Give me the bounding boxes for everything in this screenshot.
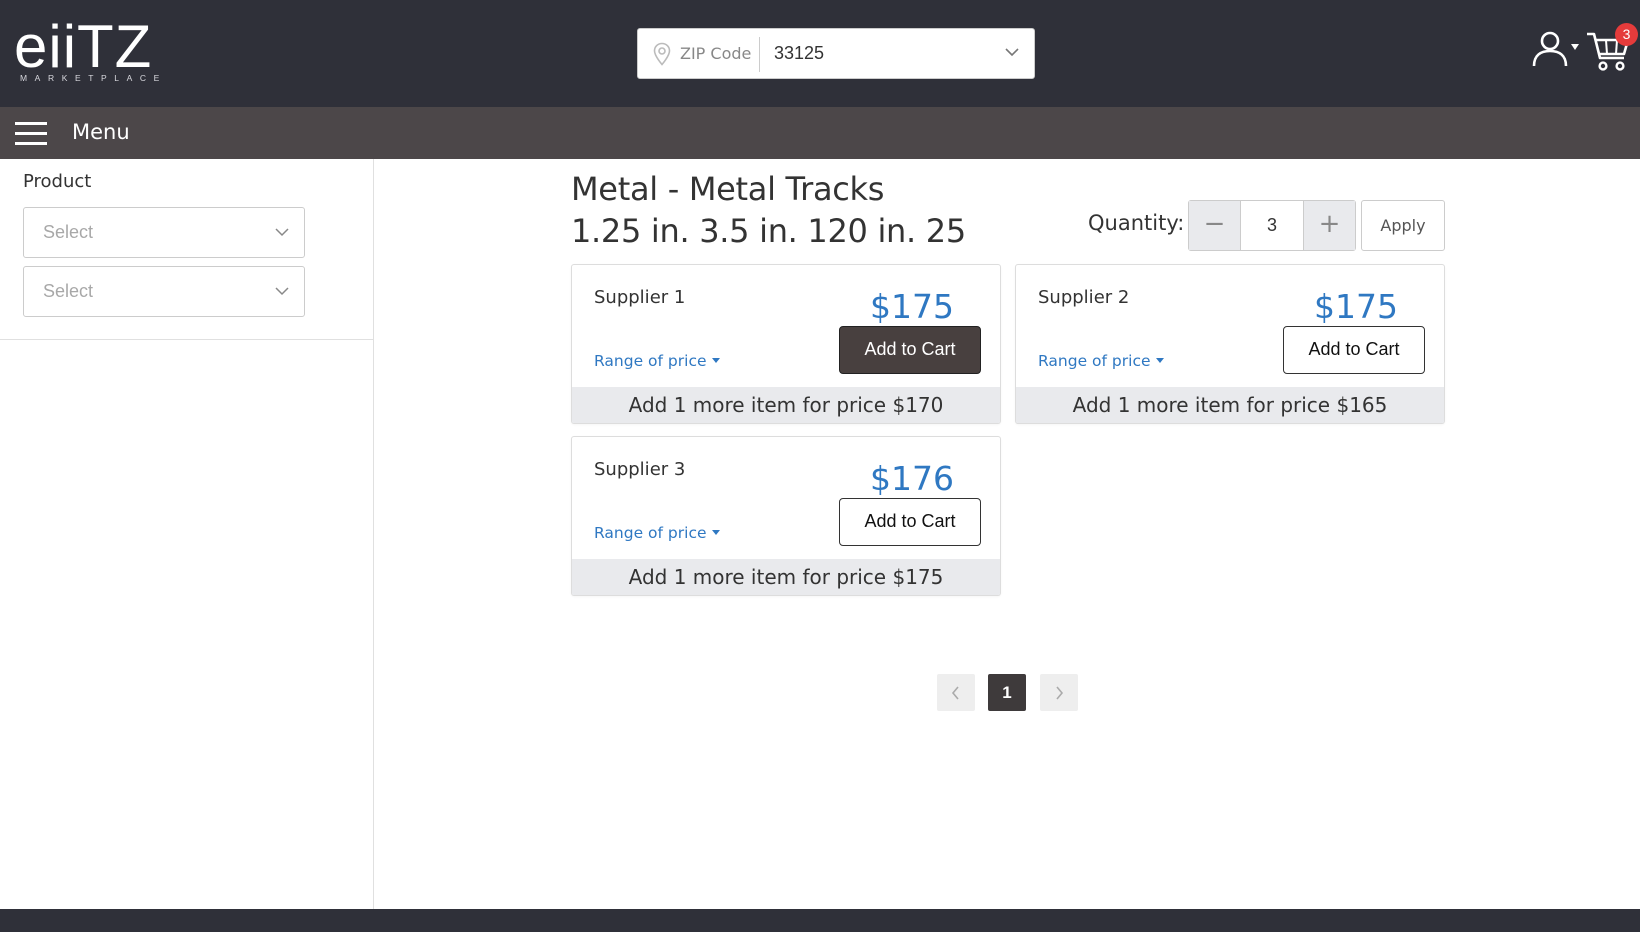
caret-down-icon — [711, 358, 720, 363]
next-page-button[interactable] — [1040, 674, 1078, 711]
quantity-stepper: − 3 + — [1188, 200, 1356, 251]
quantity-label: Quantity: — [1088, 211, 1185, 235]
chevron-down-icon — [1005, 48, 1019, 57]
quantity-decrease-button[interactable]: − — [1189, 201, 1241, 250]
supplier-price: $175 — [1314, 287, 1398, 326]
add-to-cart-button[interactable]: Add to Cart — [839, 326, 981, 374]
logo[interactable]: eiiTZ MARKETPLACE — [14, 14, 159, 84]
menu-label[interactable]: Menu — [72, 120, 130, 144]
apply-button[interactable]: Apply — [1361, 200, 1445, 251]
quantity-increase-button[interactable]: + — [1303, 201, 1355, 250]
quantity-discount-note: Add 1 more item for price $170 — [572, 387, 1000, 423]
zip-code-value: 33125 — [774, 43, 825, 63]
cart-count-badge: 3 — [1615, 23, 1638, 46]
supplier-name: Supplier 2 — [1038, 287, 1130, 308]
chevron-down-icon — [275, 287, 289, 296]
range-of-price-dropdown[interactable]: Range of price — [594, 524, 720, 542]
quantity-discount-note: Add 1 more item for price $165 — [1016, 387, 1444, 423]
zip-code-select[interactable]: ZIP Code 33125 — [637, 28, 1035, 79]
zip-divider — [759, 37, 760, 72]
range-of-price-dropdown[interactable]: Range of price — [594, 352, 720, 370]
caret-down-icon — [711, 530, 720, 535]
menu-bar: Menu — [0, 107, 1640, 159]
range-of-price-dropdown[interactable]: Range of price — [1038, 352, 1164, 370]
range-of-price-label: Range of price — [594, 524, 707, 542]
filter-sidebar: Product Select Select — [0, 159, 374, 909]
chevron-left-icon — [951, 686, 959, 700]
top-header: eiiTZ MARKETPLACE ZIP Code 33125 3 — [0, 0, 1640, 107]
chevron-right-icon — [1056, 686, 1064, 700]
product-filter: Product Select Select — [0, 159, 373, 340]
product-select-2[interactable]: Select — [23, 266, 305, 317]
user-icon[interactable] — [1530, 30, 1570, 68]
product-specs: 1.25 in. 3.5 in. 120 in. 25 — [571, 212, 966, 250]
previous-page-button[interactable] — [937, 674, 975, 711]
add-to-cart-button[interactable]: Add to Cart — [839, 498, 981, 546]
quantity-input[interactable]: 3 — [1241, 215, 1303, 236]
product-title: Metal - Metal Tracks — [571, 170, 885, 208]
quantity-discount-note: Add 1 more item for price $175 — [572, 559, 1000, 595]
add-to-cart-button[interactable]: Add to Cart — [1283, 326, 1425, 374]
logo-wordmark: eiiTZ — [14, 13, 153, 80]
supplier-card: Supplier 1 $175 Add to Cart Range of pri… — [571, 264, 1001, 424]
zip-code-label: ZIP Code — [680, 44, 752, 63]
supplier-name: Supplier 1 — [594, 287, 686, 308]
logo-tagline: MARKETPLACE — [20, 73, 167, 83]
hamburger-menu-icon[interactable] — [15, 120, 47, 146]
supplier-name: Supplier 3 — [594, 459, 686, 480]
supplier-price: $176 — [870, 459, 954, 498]
filter-title: Product — [23, 171, 92, 192]
page-number-button[interactable]: 1 — [988, 674, 1026, 711]
product-select-1[interactable]: Select — [23, 207, 305, 258]
supplier-price: $175 — [870, 287, 954, 326]
select-placeholder: Select — [43, 222, 94, 242]
map-pin-icon — [653, 42, 671, 66]
select-placeholder: Select — [43, 281, 94, 301]
range-of-price-label: Range of price — [594, 352, 707, 370]
caret-down-icon — [1155, 358, 1164, 363]
chevron-down-icon — [275, 228, 289, 237]
supplier-card: Supplier 2 $175 Add to Cart Range of pri… — [1015, 264, 1445, 424]
caret-down-icon[interactable] — [1571, 44, 1579, 50]
supplier-card: Supplier 3 $176 Add to Cart Range of pri… — [571, 436, 1001, 596]
range-of-price-label: Range of price — [1038, 352, 1151, 370]
footer-bar — [0, 909, 1640, 932]
